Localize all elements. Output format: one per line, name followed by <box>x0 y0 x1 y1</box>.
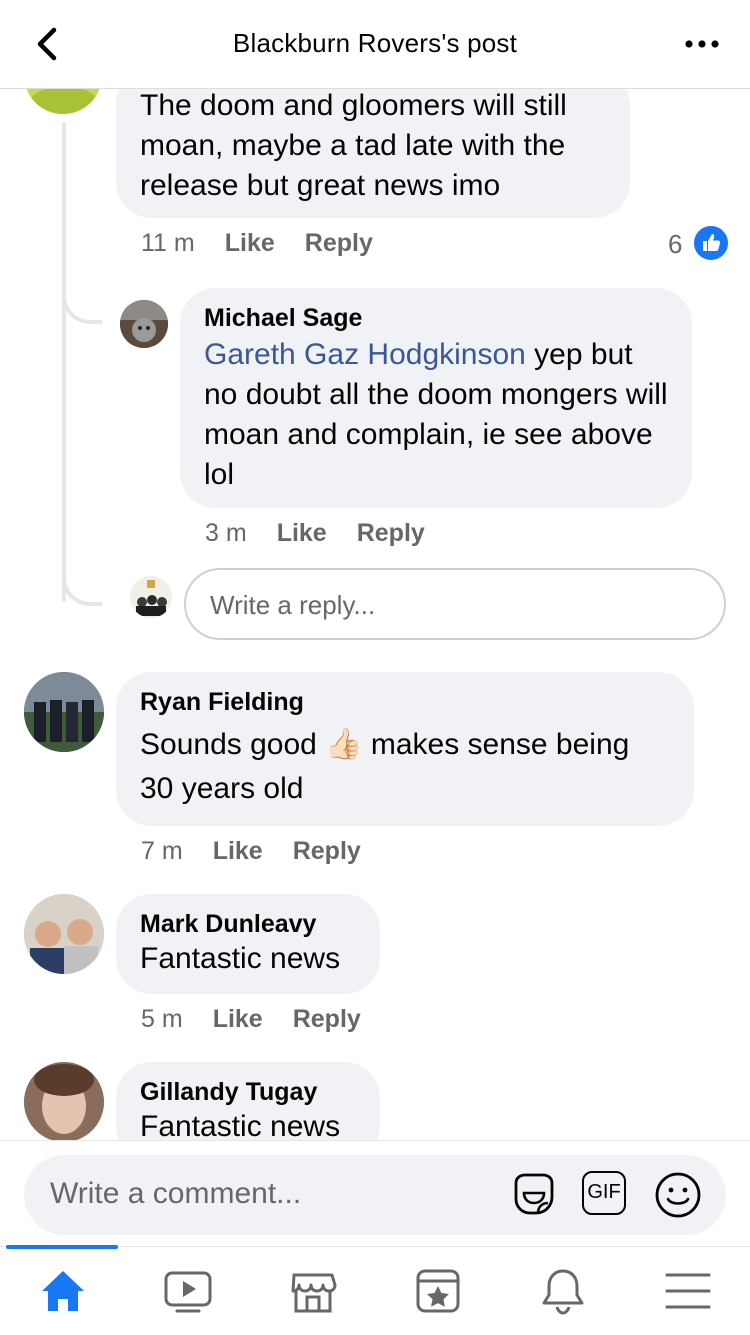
like-button[interactable]: Like <box>213 837 263 865</box>
avatar[interactable] <box>24 1062 104 1140</box>
reply-button[interactable]: Reply <box>293 837 361 865</box>
notifications-icon <box>542 1269 584 1315</box>
comment-input[interactable]: Write a comment... GIF <box>24 1155 726 1235</box>
thread-connector <box>62 558 102 606</box>
tab-home[interactable] <box>0 1247 125 1335</box>
comment-bubble: Ryan Fielding Sounds good 👍🏻 makes sense… <box>116 672 694 826</box>
comment-time: 7 m <box>141 837 183 865</box>
like-button[interactable]: Like <box>277 519 327 547</box>
comment-author[interactable]: Gillandy Tugay <box>140 1078 356 1107</box>
comment-bubble: The doom and gloomers will still moan, m… <box>116 88 630 218</box>
comment-time: 3 m <box>205 519 247 547</box>
comment-bubble: Gillandy Tugay Fantastic news <box>116 1062 380 1140</box>
avatar <box>130 576 172 618</box>
comment-author[interactable]: Michael Sage <box>204 304 668 333</box>
tab-marketplace[interactable] <box>250 1247 375 1335</box>
tab-notifications[interactable] <box>500 1247 625 1335</box>
page-title: Blackburn Rovers's post <box>232 28 518 58</box>
thread-line <box>62 122 66 602</box>
tab-watch[interactable] <box>125 1247 250 1335</box>
comment-author[interactable]: Ryan Fielding <box>140 688 670 717</box>
comment-text: Fantastic news <box>140 1110 341 1140</box>
thumbs-up-emoji-icon: 👍🏻 <box>325 728 363 761</box>
comment-text: The doom and gloomers will still moan, m… <box>140 89 567 202</box>
avatar[interactable] <box>24 894 104 974</box>
top-bar: Blackburn Rovers's post <box>0 0 750 89</box>
bottom-tab-bar <box>0 1245 750 1335</box>
tab-menu[interactable] <box>625 1247 750 1335</box>
thread-connector <box>62 276 102 324</box>
comment-bubble: Mark Dunleavy Fantastic news <box>116 894 380 994</box>
reply-input[interactable]: Write a reply... <box>184 568 726 640</box>
comment-time: 11 m <box>141 229 195 257</box>
comment-author[interactable]: Mark Dunleavy <box>140 910 356 939</box>
mention-link[interactable]: Gareth Gaz Hodgkinson <box>204 338 526 371</box>
pages-icon <box>416 1269 460 1313</box>
like-button[interactable]: Like <box>225 229 275 257</box>
comment-input-placeholder: Write a comment... <box>50 1177 302 1210</box>
comment-text: Gareth Gaz Hodgkinson yep but no doubt a… <box>204 335 668 495</box>
reply-button[interactable]: Reply <box>357 519 425 547</box>
gif-label: GIF <box>587 1181 621 1203</box>
like-button[interactable]: Like <box>213 1005 263 1033</box>
comment-meta: 3 m Like Reply <box>205 519 455 548</box>
comment-text: Sounds good 👍🏻 makes sense being 30 year… <box>140 723 670 811</box>
sticker-icon[interactable] <box>508 1169 560 1221</box>
reply-button[interactable]: Reply <box>305 229 373 257</box>
comment-text: Fantastic news <box>140 942 341 975</box>
comment-meta: 11 m Like Reply <box>141 229 403 258</box>
tab-pages[interactable] <box>375 1247 500 1335</box>
comment-time: 5 m <box>141 1005 183 1033</box>
reply-button[interactable]: Reply <box>293 1005 361 1033</box>
comment-meta: 7 m Like Reply <box>141 837 391 866</box>
home-icon <box>42 1271 84 1311</box>
avatar[interactable] <box>120 300 168 348</box>
menu-icon <box>665 1273 711 1309</box>
gif-button[interactable]: GIF <box>582 1171 626 1215</box>
reaction-count[interactable]: 6 <box>668 229 682 260</box>
comment-composer: Write a comment... GIF <box>0 1140 750 1247</box>
more-options-icon[interactable] <box>684 30 720 58</box>
emoji-icon[interactable] <box>652 1169 704 1221</box>
comment-bubble: Michael Sage Gareth Gaz Hodgkinson yep b… <box>180 288 692 508</box>
comments-list[interactable]: The doom and gloomers will still moan, m… <box>0 88 750 1140</box>
comment-text-part: Sounds good <box>140 728 326 761</box>
watch-icon <box>164 1271 212 1313</box>
like-reaction-icon[interactable] <box>692 224 730 262</box>
marketplace-icon <box>291 1273 337 1313</box>
comment-meta: 5 m Like Reply <box>141 1005 391 1034</box>
avatar[interactable] <box>24 672 104 752</box>
avatar[interactable] <box>24 88 102 114</box>
